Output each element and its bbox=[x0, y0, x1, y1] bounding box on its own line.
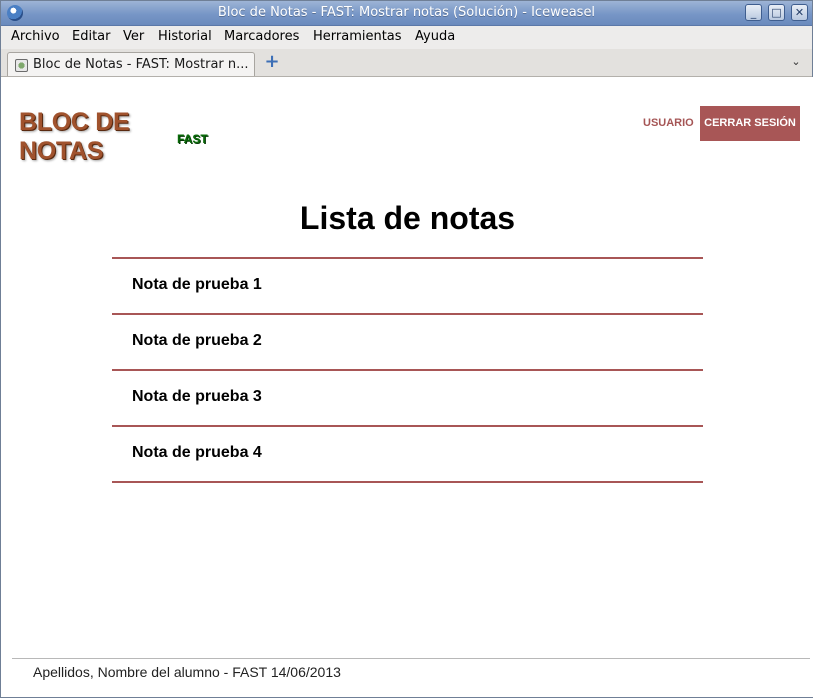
menu-bar: Archivo Editar Ver Historial Marcadores … bbox=[1, 26, 812, 50]
note-title: Nota de prueba 4 bbox=[132, 444, 262, 461]
web-page: BLOC DE NOTAS FAST USUARIO CERRAR SESIÓN… bbox=[2, 77, 813, 697]
user-link[interactable]: USUARIO bbox=[643, 117, 694, 129]
tab-list-chevron-icon[interactable]: ⌄ bbox=[789, 55, 803, 69]
footer-text: Apellidos, Nombre del alumno - FAST 14/0… bbox=[33, 664, 341, 680]
new-tab-plus-icon[interactable]: + bbox=[264, 53, 280, 71]
maximize-button[interactable]: □ bbox=[768, 4, 785, 21]
note-item[interactable]: Nota de prueba 3 bbox=[112, 369, 703, 425]
tab-bloc-de-notas[interactable]: Bloc de Notas - FAST: Mostrar n... bbox=[7, 52, 255, 76]
window-title: Bloc de Notas - FAST: Mostrar notas (Sol… bbox=[217, 5, 596, 20]
note-item[interactable]: Nota de prueba 1 bbox=[112, 257, 703, 313]
logo[interactable]: BLOC DE NOTAS FAST bbox=[19, 108, 219, 165]
tab-bar: Bloc de Notas - FAST: Mostrar n... + ⌄ bbox=[1, 49, 812, 77]
menu-marcadores[interactable]: Marcadores bbox=[224, 29, 299, 44]
menu-ver[interactable]: Ver bbox=[123, 29, 144, 44]
note-title: Nota de prueba 2 bbox=[132, 332, 262, 349]
menu-archivo[interactable]: Archivo bbox=[11, 29, 60, 44]
menu-historial[interactable]: Historial bbox=[158, 29, 212, 44]
close-button[interactable]: ✕ bbox=[791, 4, 808, 21]
browser-window: Bloc de Notas - FAST: Mostrar notas (Sol… bbox=[0, 0, 813, 698]
notes-list: Nota de prueba 1 Nota de prueba 2 Nota d… bbox=[112, 257, 703, 483]
title-bar[interactable]: Bloc de Notas - FAST: Mostrar notas (Sol… bbox=[1, 1, 812, 26]
logo-sub-text: FAST bbox=[177, 132, 208, 146]
logout-button[interactable]: CERRAR SESIÓN bbox=[700, 106, 800, 141]
minimize-button[interactable]: _ bbox=[745, 4, 762, 21]
page-favicon-icon bbox=[15, 59, 28, 72]
page-footer: Apellidos, Nombre del alumno - FAST 14/0… bbox=[12, 658, 810, 680]
menu-ayuda[interactable]: Ayuda bbox=[415, 29, 455, 44]
note-title: Nota de prueba 3 bbox=[132, 388, 262, 405]
note-title: Nota de prueba 1 bbox=[132, 276, 262, 293]
menu-herramientas[interactable]: Herramientas bbox=[313, 29, 402, 44]
note-item[interactable]: Nota de prueba 2 bbox=[112, 313, 703, 369]
menu-editar[interactable]: Editar bbox=[72, 29, 111, 44]
note-item[interactable]: Nota de prueba 4 bbox=[112, 425, 703, 483]
page-title: Lista de notas bbox=[299, 200, 516, 236]
tab-title: Bloc de Notas - FAST: Mostrar n... bbox=[33, 57, 249, 72]
